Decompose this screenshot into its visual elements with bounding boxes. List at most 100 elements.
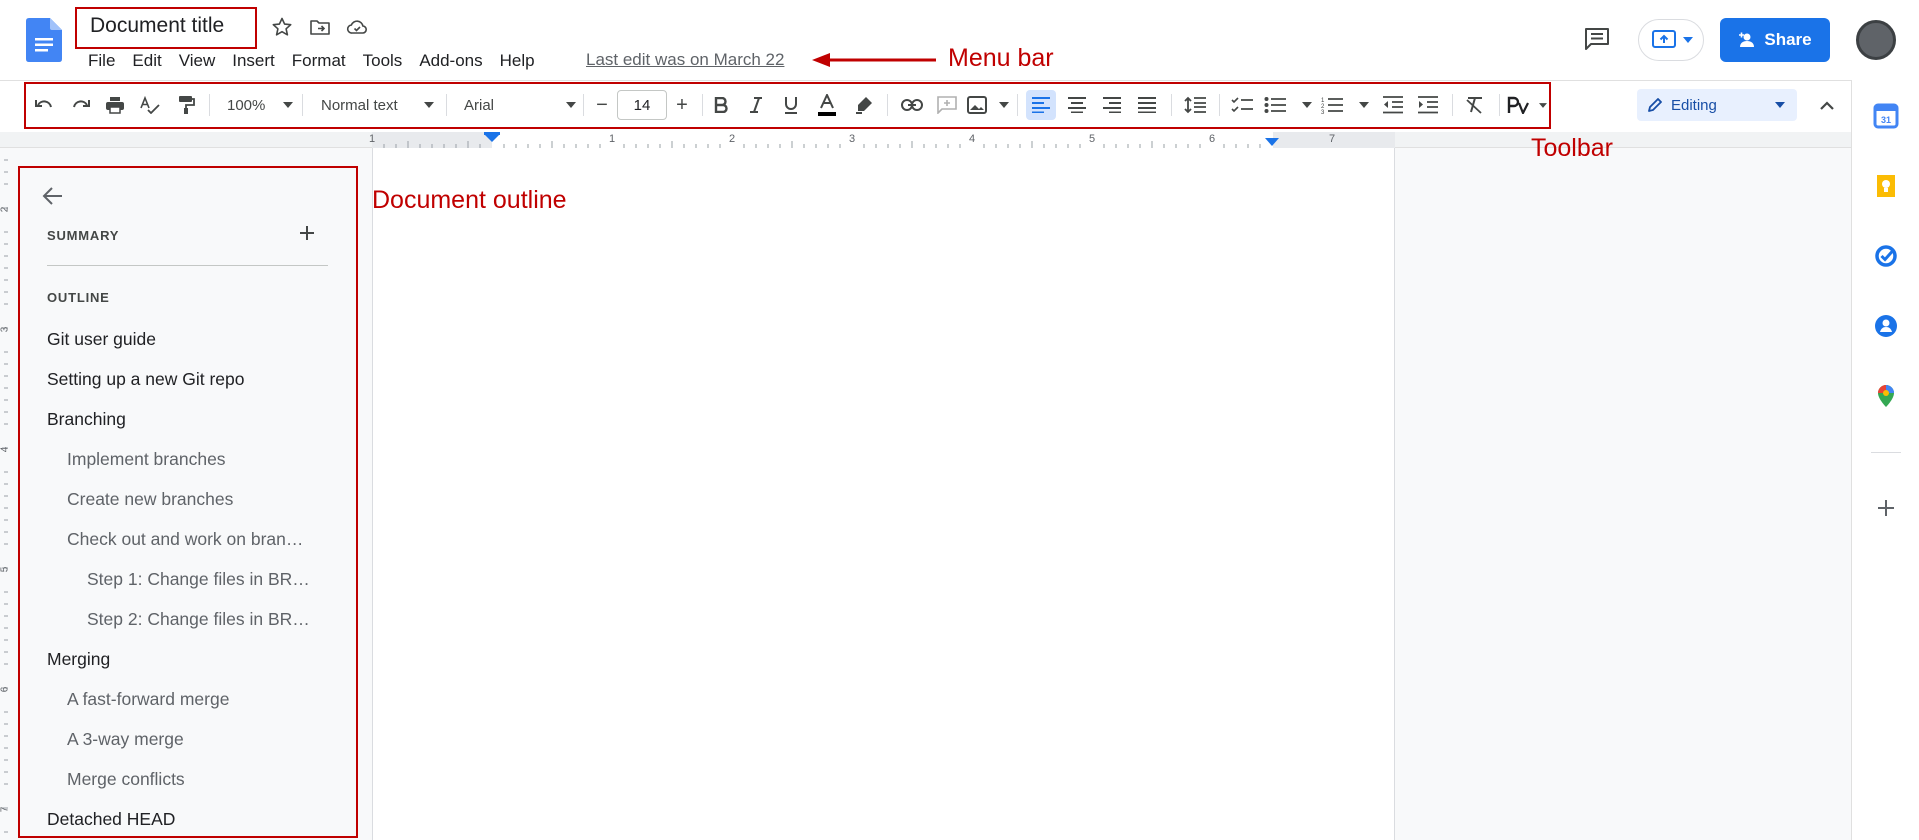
- redo-button[interactable]: [66, 90, 94, 120]
- present-button[interactable]: [1638, 19, 1704, 61]
- insert-link-button[interactable]: [897, 90, 927, 120]
- toolbar-divider: [887, 94, 888, 116]
- menu-file[interactable]: File: [88, 51, 115, 71]
- paragraph-style-select[interactable]: Normal text: [314, 90, 434, 120]
- share-button[interactable]: Share: [1720, 18, 1830, 62]
- vertical-ruler-number: 3: [0, 326, 11, 333]
- font-size-input[interactable]: 14: [617, 90, 667, 120]
- image-icon: [967, 96, 987, 114]
- account-avatar[interactable]: [1856, 20, 1896, 60]
- ruler-number: 7: [1329, 133, 1336, 145]
- add-icon[interactable]: [1873, 495, 1899, 521]
- menu-view[interactable]: View: [179, 51, 216, 71]
- font-select[interactable]: Arial: [456, 90, 576, 120]
- bold-button[interactable]: [707, 90, 735, 120]
- italic-button[interactable]: [742, 90, 770, 120]
- document-outline-annotation: Document outline: [372, 186, 567, 214]
- menu-edit[interactable]: Edit: [132, 51, 161, 71]
- toolbar-divider: [702, 94, 703, 116]
- ruler-number: 4: [969, 133, 976, 145]
- comments-icon[interactable]: [1583, 26, 1611, 52]
- underline-button[interactable]: [777, 90, 805, 120]
- add-comment-icon: [937, 96, 957, 114]
- vertical-ruler: 2 3 4 5 6 7: [0, 148, 16, 840]
- menu-tools[interactable]: Tools: [363, 51, 403, 71]
- chevron-down-icon: [1683, 37, 1693, 43]
- cloud-status-icon[interactable]: [345, 15, 369, 39]
- outline-item[interactable]: Step 1: Change files in BR…: [87, 569, 310, 590]
- decrease-font-size-button[interactable]: −: [589, 90, 615, 120]
- vertical-ruler-number: 4: [0, 446, 11, 453]
- contacts-icon[interactable]: [1873, 313, 1899, 339]
- input-tools-button[interactable]: [1507, 90, 1547, 120]
- spelling-check-button[interactable]: [136, 90, 164, 120]
- add-summary-icon[interactable]: [297, 223, 317, 243]
- align-center-button[interactable]: [1062, 90, 1092, 120]
- chevron-down-icon: [1775, 102, 1785, 108]
- outline-item[interactable]: Detached HEAD: [47, 809, 175, 830]
- editing-mode-select[interactable]: Editing: [1637, 89, 1797, 121]
- print-button[interactable]: [101, 90, 129, 120]
- increase-indent-button[interactable]: [1413, 90, 1443, 120]
- calendar-icon[interactable]: 31: [1873, 103, 1899, 129]
- decrease-indent-button[interactable]: [1378, 90, 1408, 120]
- zoom-select[interactable]: 100%: [221, 90, 293, 120]
- paint-format-button[interactable]: [172, 90, 200, 120]
- redo-icon: [73, 100, 90, 108]
- outline-item[interactable]: Git user guide: [47, 329, 156, 350]
- move-to-folder-icon[interactable]: [308, 15, 332, 39]
- last-edit-link[interactable]: Last edit was on March 22: [586, 50, 784, 70]
- outline-item[interactable]: Check out and work on bran…: [67, 529, 303, 550]
- menu-format[interactable]: Format: [292, 51, 346, 71]
- svg-text:31: 31: [1881, 115, 1891, 125]
- line-spacing-button[interactable]: [1180, 90, 1210, 120]
- tasks-icon[interactable]: [1873, 243, 1899, 269]
- document-page[interactable]: [372, 148, 1395, 840]
- menu-insert[interactable]: Insert: [232, 51, 275, 71]
- star-icon[interactable]: [270, 15, 294, 39]
- checklist-button[interactable]: [1227, 90, 1257, 120]
- side-panel-divider: [1871, 452, 1901, 453]
- toolbar-divider: [1171, 94, 1172, 116]
- highlight-color-button[interactable]: [850, 90, 878, 120]
- menu-bar: File Edit View Insert Format Tools Add-o…: [88, 50, 552, 72]
- outline-item[interactable]: Merging: [47, 649, 110, 670]
- outline-item[interactable]: A fast-forward merge: [67, 689, 229, 710]
- keep-icon[interactable]: [1873, 173, 1899, 199]
- vertical-ruler-number: 5: [0, 566, 11, 573]
- outline-item[interactable]: A 3-way merge: [67, 729, 184, 750]
- outline-item[interactable]: Setting up a new Git repo: [47, 369, 244, 390]
- outline-item[interactable]: Branching: [47, 409, 126, 430]
- link-icon: [901, 99, 923, 111]
- text-color-icon: [818, 94, 836, 116]
- outline-item[interactable]: Create new branches: [67, 489, 233, 510]
- ruler-number: 5: [1089, 133, 1096, 145]
- maps-icon[interactable]: [1873, 383, 1899, 409]
- undo-button[interactable]: [31, 90, 59, 120]
- outline-item[interactable]: Implement branches: [67, 449, 226, 470]
- add-person-icon: [1739, 32, 1755, 47]
- paint-format-icon: [179, 96, 195, 114]
- toolbar-divider: [1017, 94, 1018, 116]
- clear-formatting-button[interactable]: [1460, 90, 1490, 120]
- document-title[interactable]: Document title: [90, 14, 224, 38]
- bulleted-list-button[interactable]: [1264, 90, 1312, 120]
- menu-help[interactable]: Help: [500, 51, 535, 71]
- vertical-ruler-number: 2: [0, 206, 11, 213]
- text-color-button[interactable]: [813, 90, 841, 120]
- numbered-list-button[interactable]: 123: [1321, 90, 1369, 120]
- add-comment-button[interactable]: [933, 90, 961, 120]
- align-left-button[interactable]: [1026, 90, 1056, 120]
- insert-image-button[interactable]: [967, 90, 1009, 120]
- align-right-button[interactable]: [1097, 90, 1127, 120]
- underline-icon: [785, 97, 797, 114]
- hide-menus-button[interactable]: [1812, 90, 1842, 120]
- font-value: Arial: [464, 96, 495, 114]
- menu-add-ons[interactable]: Add-ons: [419, 51, 482, 71]
- increase-font-size-button[interactable]: +: [669, 90, 695, 120]
- justify-button[interactable]: [1132, 90, 1162, 120]
- docs-logo-icon[interactable]: [26, 18, 62, 62]
- back-arrow-icon[interactable]: [40, 184, 66, 208]
- outline-item[interactable]: Merge conflicts: [67, 769, 185, 790]
- outline-item[interactable]: Step 2: Change files in BR…: [87, 609, 310, 630]
